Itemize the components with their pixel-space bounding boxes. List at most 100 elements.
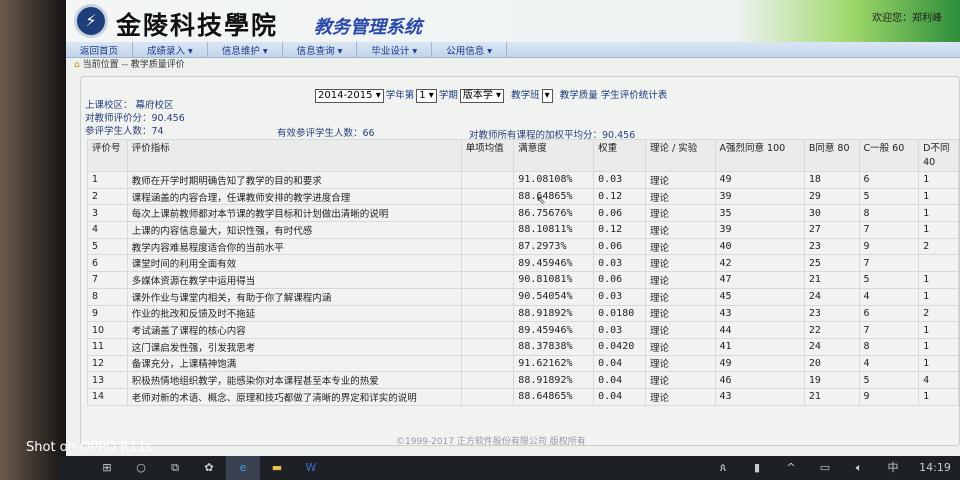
table-cell: 理论: [645, 304, 716, 323]
nav-info-maintain[interactable]: 信息维护 ▾: [208, 42, 283, 57]
table-cell: 0.0420: [593, 337, 647, 356]
table-cell: [460, 204, 515, 223]
class-select[interactable]: ▾: [541, 89, 553, 103]
table-cell: 理论: [645, 171, 716, 189]
fan-app-icon[interactable]: ✿: [192, 456, 226, 480]
table-cell: 88.10811%: [513, 221, 595, 239]
table-row: 4 上课的内容信息量大，知识性强，有时代感 88.10811% 0.12 理论 39 27 7…: [87, 221, 959, 239]
table-cell: 18: [803, 171, 860, 189]
column-header: 评价号: [87, 139, 128, 172]
table-cell: 46: [714, 371, 805, 389]
table-cell: 0.0180: [593, 304, 647, 323]
table-cell: 8: [858, 204, 920, 223]
table-cell: 11: [87, 337, 128, 356]
table-cell: 87.2973%: [513, 237, 595, 256]
table-cell: 41: [714, 337, 805, 356]
table-row: 12 备课充分，上课精神饱满 91.62162% 0.04 理论 49 20 4 1: [87, 354, 959, 373]
network-icon[interactable]: ▭: [808, 456, 842, 480]
table-cell: 10: [87, 321, 128, 339]
table-cell: 12: [87, 354, 128, 373]
people-icon[interactable]: ጰ: [706, 456, 740, 480]
show-hidden-icon[interactable]: ^: [774, 456, 808, 480]
edge-browser-icon[interactable]: e: [226, 456, 260, 480]
table-cell: 1: [918, 204, 959, 223]
table-cell: 24: [803, 287, 860, 306]
table-cell: [460, 221, 515, 239]
type-select[interactable]: 版本学 ▾: [459, 89, 505, 103]
table-row: 8 课外作业与课堂内相关，有助于你了解课程内涵 90.54054% 0.03 理论 45 2…: [87, 287, 959, 306]
table-cell: 7: [858, 221, 920, 239]
year-select[interactable]: 2014-2015 ▾: [315, 89, 384, 103]
table-cell: [460, 304, 515, 323]
term-label: 学期: [438, 90, 458, 101]
table-cell: 88.91892%: [513, 371, 595, 389]
table-cell: 89.45946%: [513, 321, 595, 339]
table-cell: 积极热情地组织教学，能感染你对本课程甚至本专业的热爱: [126, 371, 462, 389]
table-cell: 13: [87, 371, 128, 389]
table-cell: 教学内容难易程度适合你的当前水平: [126, 237, 462, 256]
table-cell: 0.04: [593, 371, 647, 389]
year-value: 2014-2015: [318, 90, 373, 101]
table-cell: 理论: [645, 337, 716, 356]
table-cell: 每次上课前教师都对本节课的教学目标和计划做出清晰的说明: [126, 204, 462, 223]
table-cell: [918, 254, 959, 273]
nav-public-info[interactable]: 公用信息 ▾: [432, 42, 507, 57]
report-title: 教学质量 学生评价统计表: [559, 90, 668, 101]
school-logo-icon: ⚡: [74, 4, 108, 38]
nav-home[interactable]: 返回首页: [66, 42, 134, 57]
table-cell: 理论: [645, 237, 716, 256]
table-cell: 教师在开学时期明确告知了教学的目的和要求: [126, 171, 462, 189]
column-header: D不同 40: [918, 139, 959, 172]
table-cell: 49: [714, 171, 805, 189]
table-cell: 1: [918, 271, 959, 289]
table-cell: 1: [918, 171, 959, 189]
table-cell: 30: [803, 204, 860, 223]
table-cell: 考试涵盖了课程的核心内容: [126, 321, 462, 339]
table-row: 9 作业的批改和反馈及时不拖延 88.91892% 0.0180 理论 43 23 6 2: [87, 304, 959, 323]
start-icon[interactable]: ⊞: [90, 456, 124, 480]
year-label: 学年第: [385, 90, 415, 101]
table-cell: 理论: [645, 187, 716, 206]
table-row: 11 这门课启发性强，引发我思考 88.37838% 0.0420 理论 41 24 8 1: [87, 337, 959, 356]
word-icon[interactable]: W: [294, 456, 328, 480]
teacher-score: 对教师评价分：90.456: [85, 113, 185, 124]
file-explorer-icon[interactable]: ▬: [260, 456, 294, 480]
volume-icon[interactable]: 🔈︎: [842, 456, 876, 480]
welcome-label: 欢迎您：: [872, 13, 912, 24]
table-cell: 21: [803, 271, 860, 289]
ime-indicator[interactable]: 中: [876, 456, 910, 480]
clock[interactable]: 14:19: [910, 456, 960, 480]
nav-graduation[interactable]: 毕业设计 ▾: [357, 42, 433, 57]
table-cell: 2: [87, 187, 128, 206]
table-cell: 课程涵盖的内容合理，任课教师安排的教学进度合理: [126, 187, 462, 206]
table-cell: 14: [87, 387, 128, 406]
table-cell: 91.62162%: [513, 354, 595, 373]
table-cell: 0.04: [593, 354, 647, 373]
table-row: 7 多媒体资源在教学中运用得当 90.81081% 0.06 理论 47 21 5 1: [87, 271, 959, 289]
home-icon: ⌂: [74, 60, 80, 70]
term-select[interactable]: 1 ▾: [416, 89, 437, 103]
nav-grade-entry[interactable]: 成绩录入 ▾: [133, 42, 208, 57]
table-cell: 5: [858, 187, 920, 206]
table-header: 评价号 评价指标 单项均值 满意度 权重 理论 / 实验 A强烈同意 100 B同意 80 C一…: [87, 139, 959, 172]
nav-info-query[interactable]: 信息查询 ▾: [283, 42, 358, 57]
table-cell: 21: [803, 387, 860, 406]
welcome-text: 欢迎您：郑利峰: [872, 9, 942, 24]
table-cell: 9: [87, 304, 128, 323]
column-header: 满意度: [513, 139, 595, 172]
table-row: 14 老师对新的术语、概念、原理和技巧都做了清晰的界定和详实的说明 88.64865…: [87, 387, 959, 406]
table-cell: 9: [858, 237, 920, 256]
search-icon[interactable]: ○: [124, 456, 158, 480]
column-header: C一般 60: [858, 139, 920, 172]
table-cell: 29: [803, 187, 860, 206]
table-cell: 老师对新的术语、概念、原理和技巧都做了清晰的界定和详实的说明: [126, 387, 462, 406]
table-cell: 1: [918, 321, 959, 339]
table-cell: 7: [858, 321, 920, 339]
campus-info: 上课校区： 幕府校区: [85, 100, 174, 111]
table-cell: 23: [803, 304, 860, 323]
task-view-icon[interactable]: ⧉: [158, 456, 192, 480]
table-cell: [460, 187, 515, 206]
battery-icon[interactable]: ▮: [740, 456, 774, 480]
table-cell: 47: [714, 271, 805, 289]
table-cell: 39: [714, 187, 805, 206]
